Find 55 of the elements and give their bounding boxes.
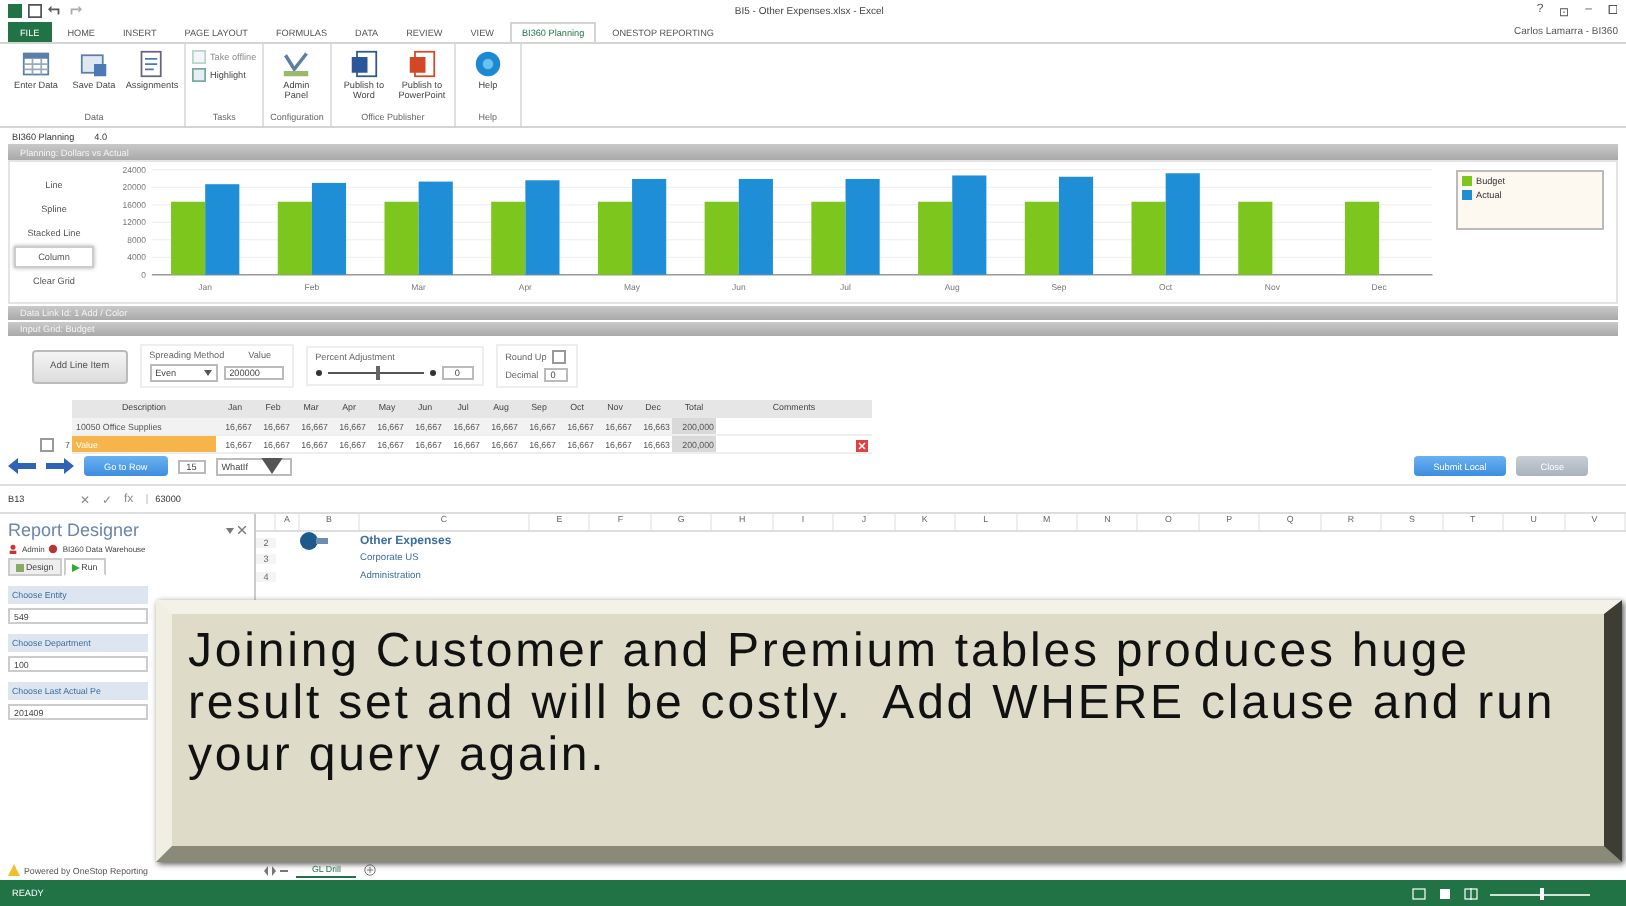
row-checkbox[interactable]	[40, 437, 54, 451]
bar	[1344, 201, 1380, 275]
bar	[384, 201, 419, 275]
legend-swatch	[1462, 190, 1472, 200]
bar	[918, 201, 953, 275]
bar	[1131, 201, 1166, 275]
delete-icon[interactable]	[856, 440, 868, 452]
bar	[1238, 201, 1273, 275]
slides-icon	[407, 50, 436, 78]
legend-swatch	[1462, 176, 1472, 186]
design-icon	[16, 563, 24, 571]
warning-icon	[8, 864, 20, 876]
page-layout-icon[interactable]	[1438, 887, 1452, 899]
chart-check-icon	[282, 50, 311, 78]
forward-arrow-icon[interactable]	[46, 458, 74, 474]
bar	[845, 178, 880, 275]
bar	[491, 201, 526, 275]
bar	[171, 201, 206, 275]
bar	[277, 201, 312, 275]
document-icon	[138, 50, 166, 78]
normal-view-icon[interactable]	[1412, 887, 1426, 899]
table-icon	[22, 50, 50, 78]
bar	[632, 178, 667, 275]
slider-thumb[interactable]	[375, 366, 380, 380]
round-up-checkbox[interactable]	[552, 350, 567, 364]
sheet-nav-icon[interactable]	[264, 865, 288, 875]
panel-title: Report Designer	[8, 520, 140, 540]
bar	[738, 178, 773, 275]
bar	[597, 201, 633, 275]
caret-icon[interactable]	[226, 526, 234, 534]
bar	[525, 180, 560, 275]
bar	[1058, 176, 1094, 275]
caret-icon[interactable]	[203, 370, 212, 376]
document-icon	[349, 50, 378, 78]
play-icon	[71, 563, 80, 571]
caret-icon[interactable]	[257, 458, 286, 474]
logo-icon	[300, 532, 328, 550]
user-icon	[8, 544, 18, 554]
bar	[418, 181, 453, 275]
bar	[1024, 201, 1059, 275]
close-icon[interactable]	[238, 526, 246, 534]
undo-icon[interactable]	[48, 4, 62, 18]
callout-text: Joining Customer and Premium tables produces huge result set and will be costly. Add WHERE clause and run your query again.	[188, 626, 1558, 782]
page-break-icon[interactable]	[1464, 887, 1478, 899]
back-arrow-icon[interactable]	[8, 458, 36, 474]
bar	[1165, 173, 1200, 275]
save-icon	[80, 50, 108, 78]
bar	[952, 175, 987, 275]
bar	[205, 184, 240, 275]
add-sheet-icon[interactable]	[364, 864, 377, 876]
save-icon[interactable]	[28, 4, 42, 18]
help-icon	[473, 50, 502, 78]
bar	[811, 201, 846, 275]
bar	[311, 182, 347, 275]
bar	[704, 201, 739, 275]
